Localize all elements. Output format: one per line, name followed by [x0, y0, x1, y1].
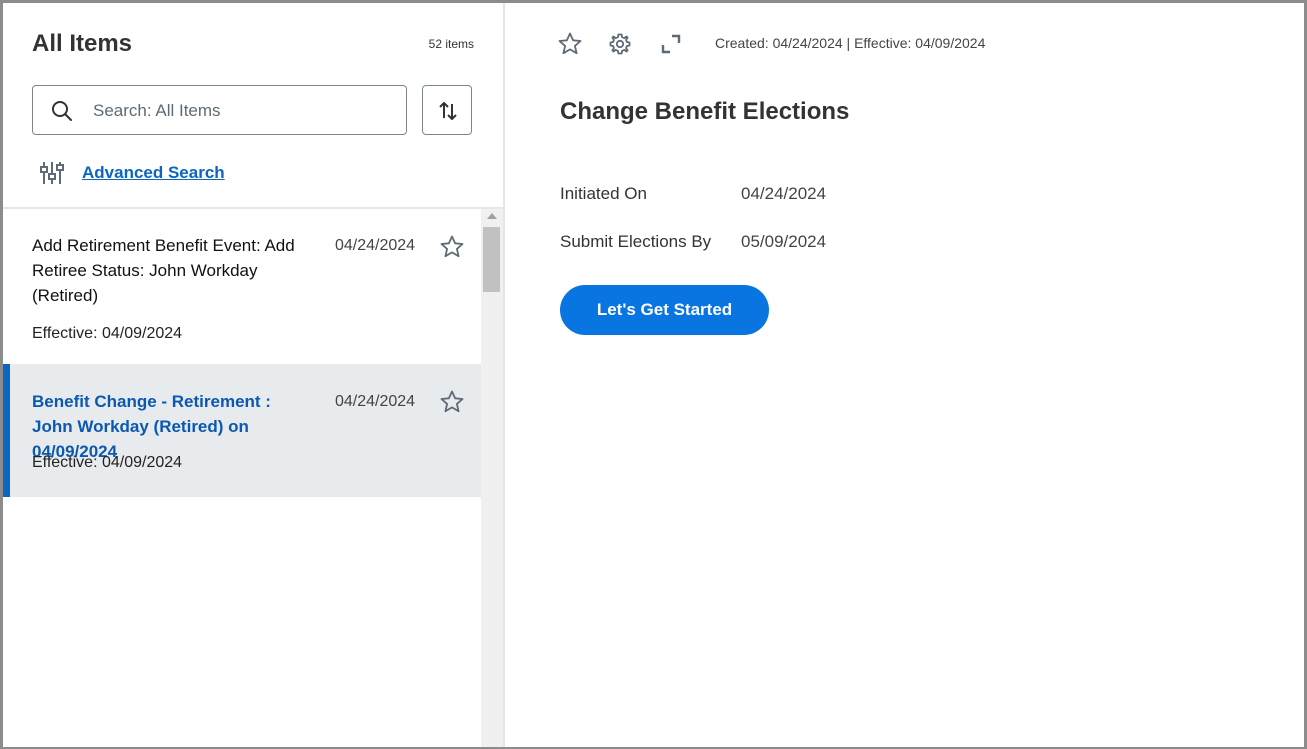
field-value-submit-by: 05/09/2024 [741, 232, 827, 251]
field-value-initiated-on: 04/24/2024 [741, 184, 827, 203]
app-frame: All Items 52 items Search: All Items Adv… [0, 0, 1307, 749]
item-date: 04/24/2024 [335, 393, 416, 410]
pane-title: All Items [32, 30, 133, 57]
gear-icon[interactable] [608, 32, 632, 56]
item-count: 52 items [428, 37, 474, 51]
scrollbar-thumb[interactable] [483, 227, 500, 292]
selection-indicator [3, 364, 10, 497]
created-effective-meta: Created: 04/24/2024 | Effective: 04/09/2… [715, 35, 986, 51]
item-effective: Effective: 04/09/2024 [32, 454, 183, 471]
expand-icon[interactable] [659, 32, 683, 56]
star-outline-icon[interactable] [557, 31, 583, 57]
item-title: Add Retirement Benefit Event: Add Retire… [32, 236, 295, 305]
sort-button[interactable] [422, 85, 472, 135]
page-title: Change Benefit Elections [560, 98, 850, 125]
field-label-submit-by: Submit Elections By [560, 232, 712, 251]
list-item[interactable]: Add Retirement Benefit Event: Add Retire… [3, 209, 481, 364]
sort-arrows-icon [439, 102, 457, 120]
star-outline-icon[interactable] [439, 234, 465, 260]
item-effective: Effective: 04/09/2024 [32, 325, 183, 342]
item-title: Benefit Change - Retirement : John Workd… [32, 392, 271, 461]
list-item-selected[interactable]: Benefit Change - Retirement : John Workd… [3, 364, 481, 497]
search-icon [52, 101, 72, 121]
advanced-search-link[interactable]: Advanced Search [82, 163, 225, 183]
field-label-initiated-on: Initiated On [560, 184, 647, 203]
item-date: 04/24/2024 [335, 237, 416, 254]
lets-get-started-button[interactable]: Let's Get Started [560, 285, 769, 335]
star-outline-icon[interactable] [439, 389, 465, 415]
search-placeholder: Search: All Items [93, 101, 221, 120]
scrollbar[interactable] [481, 209, 503, 747]
scroll-up-arrow-icon[interactable] [487, 213, 497, 219]
items-pane: All Items 52 items Search: All Items Adv… [3, 3, 505, 747]
items-list: Add Retirement Benefit Event: Add Retire… [3, 209, 481, 747]
search-input[interactable]: Search: All Items [32, 85, 407, 135]
sliders-icon[interactable] [39, 160, 65, 186]
